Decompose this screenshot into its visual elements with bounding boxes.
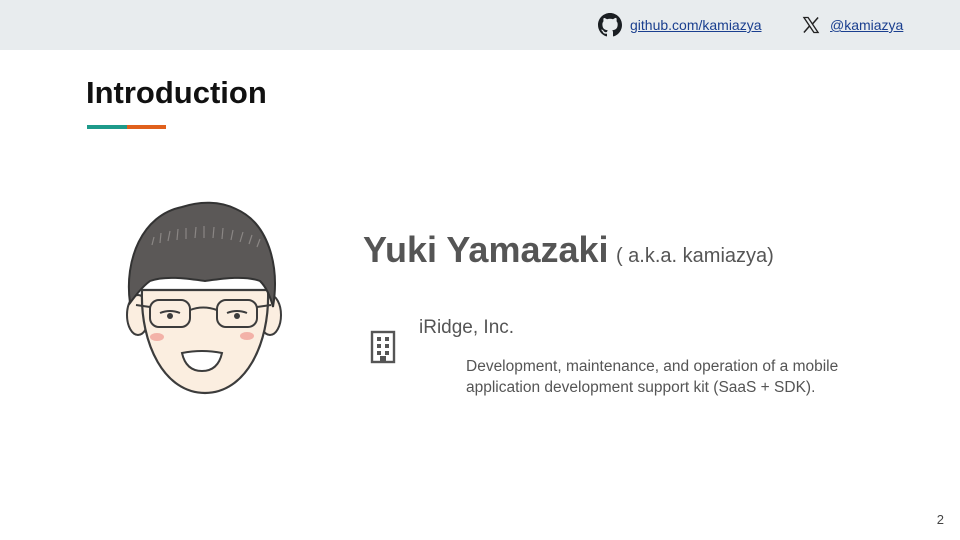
- aka-text: ( a.k.a. kamiazya): [615, 245, 774, 267]
- title-underline-teal: [87, 125, 127, 129]
- name-row: Yuki Yamazaki ( a.k.a. kamiazya): [363, 232, 774, 268]
- avatar-illustration: [120, 195, 290, 400]
- company-description: Development, maintenance, and operation …: [466, 358, 839, 396]
- company-name: iRidge, Inc.: [419, 317, 515, 338]
- top-bar: github.com/kamiazya @kamiazya: [0, 0, 960, 50]
- x-link-text: @kamiazya: [830, 17, 904, 33]
- github-link[interactable]: github.com/kamiazya: [598, 13, 762, 37]
- page-title: Introduction: [86, 75, 267, 110]
- title-underline-orange: [126, 125, 166, 129]
- full-name: Yuki Yamazaki: [363, 229, 609, 270]
- x-link[interactable]: @kamiazya: [801, 13, 903, 37]
- x-logo-icon: [801, 15, 821, 35]
- building-icon: [369, 330, 397, 364]
- page-number: 2: [936, 512, 944, 527]
- github-link-text: github.com/kamiazya: [630, 17, 762, 33]
- github-icon: [598, 13, 622, 37]
- title-underline: [87, 125, 166, 129]
